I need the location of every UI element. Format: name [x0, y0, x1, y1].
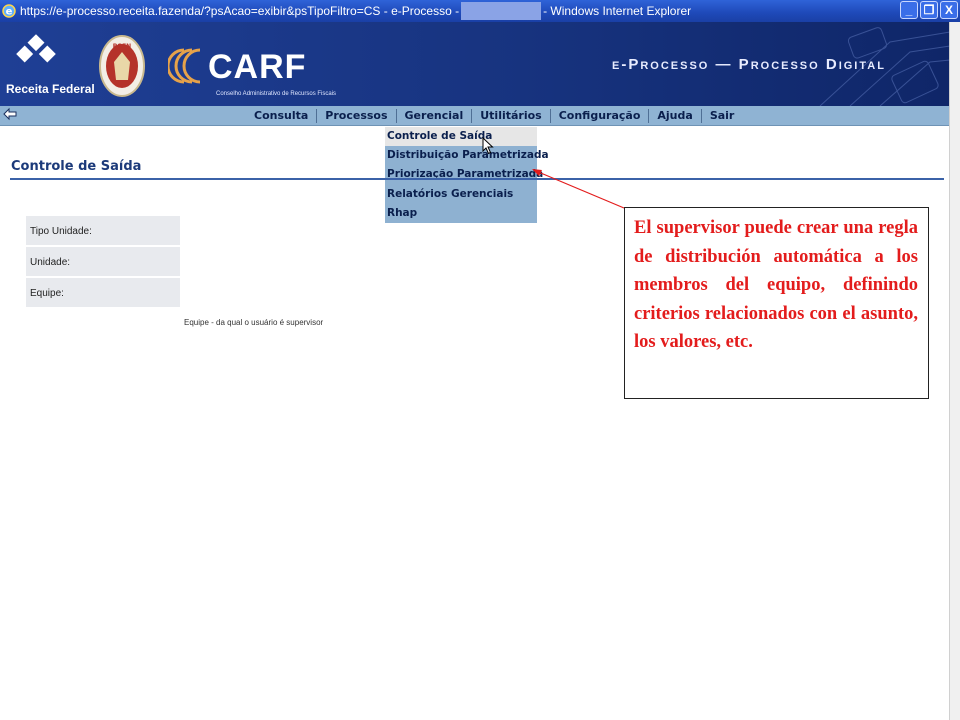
menu-configuracao[interactable]: Configuração — [551, 109, 650, 123]
mouse-cursor-icon — [482, 137, 494, 155]
menu-consulta[interactable]: Consulta — [246, 109, 318, 123]
redacted-title-segment — [461, 2, 542, 20]
carf-wordmark: CARF — [208, 48, 307, 86]
field-tipo-unidade: Tipo Unidade: — [26, 216, 180, 246]
pgfn-seal-icon: PGFN — [99, 35, 145, 97]
menu-processos[interactable]: Processos — [317, 109, 397, 123]
annotation-arrow — [532, 169, 625, 209]
internet-explorer-icon: e — [2, 4, 16, 18]
close-button[interactable]: X — [940, 1, 958, 19]
dropdown-item-relatorios-gerenciais[interactable]: Relatórios Gerenciais — [385, 185, 537, 204]
window-title-suffix: - Windows Internet Explorer — [543, 4, 692, 18]
svg-text:e: e — [6, 7, 13, 18]
menu-gerencial[interactable]: Gerencial — [397, 109, 473, 123]
page-title: Controle de Saída — [11, 159, 142, 174]
restore-button[interactable]: ❐ — [920, 1, 938, 19]
gerencial-dropdown-menu: Controle de Saída Distribuição Parametri… — [385, 127, 549, 223]
title-divider — [10, 178, 944, 180]
annotation-callout: El supervisor puede crear una regla de d… — [624, 207, 929, 399]
back-arrow-icon[interactable] — [3, 107, 17, 121]
dropdown-item-controle-de-saida[interactable]: Controle de Saída — [385, 127, 537, 147]
menu-items: Consulta Processos Gerencial Utilitários… — [246, 109, 742, 123]
dropdown-item-priorizacao-parametrizada[interactable]: Priorização Parametrizada — [385, 165, 543, 184]
dropdown-item-distribuicao-parametrizada[interactable]: Distribuição Parametrizada — [385, 146, 549, 165]
vertical-scrollbar[interactable] — [949, 22, 960, 720]
equipe-hint: Equipe - da qual o usuário é supervisor — [184, 318, 324, 327]
menu-sair[interactable]: Sair — [702, 109, 743, 123]
window-title-bar: e https://e-processo.receita.fazenda/?ps… — [0, 0, 960, 22]
main-menu-bar: Consulta Processos Gerencial Utilitários… — [0, 106, 950, 126]
window-controls: _ ❐ X — [900, 1, 958, 19]
field-unidade: Unidade: — [26, 247, 180, 277]
minimize-button[interactable]: _ — [900, 1, 918, 19]
app-title: e-Processo — Processo Digital — [612, 56, 886, 73]
field-equipe: Equipe: — [26, 278, 180, 308]
window-title-url: https://e-processo.receita.fazenda/?psAc… — [20, 4, 460, 18]
menu-ajuda[interactable]: Ajuda — [649, 109, 702, 123]
header-banner: Receita Federal PGFN CARF Conselho Admin… — [0, 22, 950, 106]
pgfn-label: PGFN — [113, 43, 131, 50]
menu-utilitarios[interactable]: Utilitários — [472, 109, 551, 123]
carf-logo-icon — [168, 48, 201, 84]
carf-subtitle: Conselho Administrativo de Recursos Fisc… — [216, 91, 337, 97]
receita-federal-label: Receita Federal — [6, 82, 95, 96]
dropdown-item-rhap[interactable]: Rhap — [385, 204, 537, 223]
